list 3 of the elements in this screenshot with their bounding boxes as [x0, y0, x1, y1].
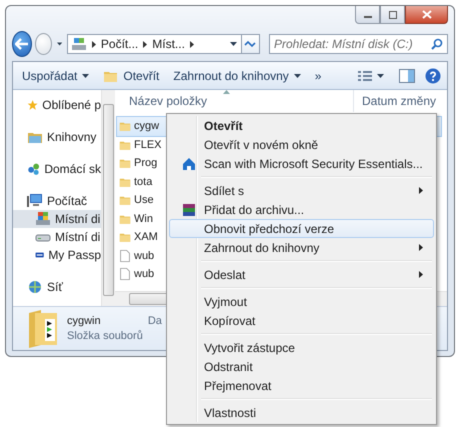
item-name: cygwin [67, 315, 102, 327]
detail-label: Da [148, 315, 162, 327]
item-type: Složka souborů [67, 330, 143, 342]
